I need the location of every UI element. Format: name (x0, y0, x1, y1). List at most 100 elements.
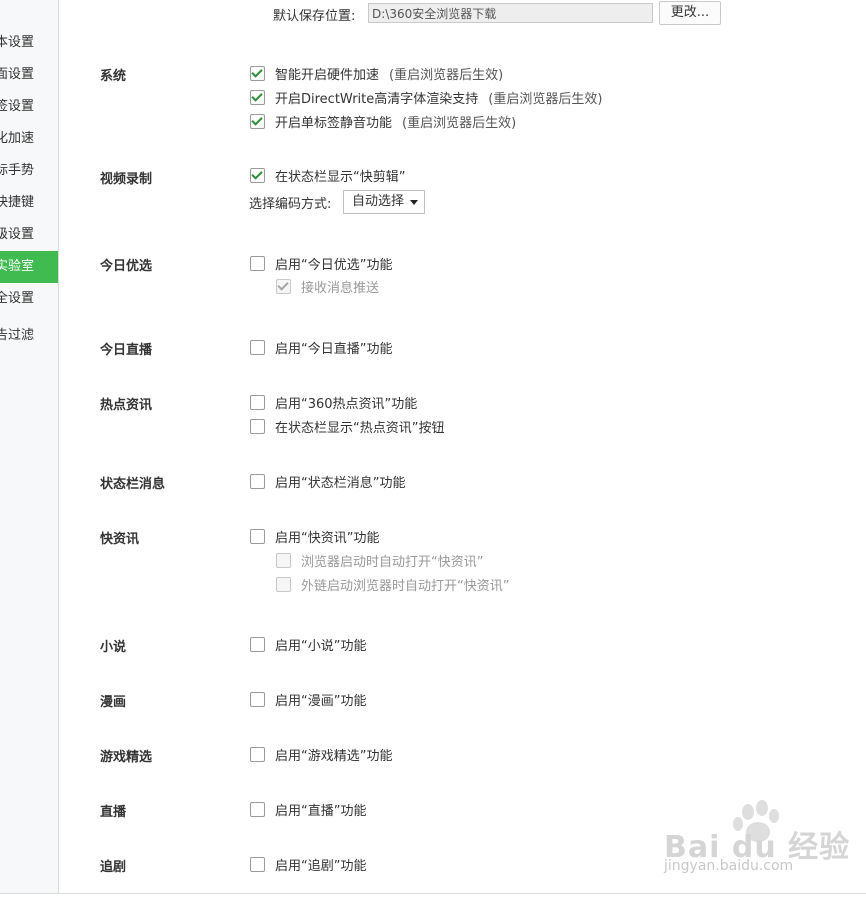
option-show-quick-edit[interactable]: 在状态栏显示“快剪辑” (250, 166, 406, 185)
section-title-novel: 小说 (100, 640, 127, 655)
checkbox-unchecked[interactable] (250, 746, 265, 762)
option-label: 在状态栏显示“快剪辑” (275, 169, 406, 185)
section-title-today-live: 今日直播 (100, 343, 153, 358)
checkbox-unchecked-disabled (276, 552, 291, 568)
section-title-drama: 追剧 (100, 860, 127, 875)
download-path-field: D:\360安全浏览器下载 (368, 3, 653, 23)
option-label: 智能开启硬件加速 (275, 67, 380, 83)
option-novel[interactable]: 启用“小说”功能 (250, 635, 367, 654)
section-title-hot-news: 热点资讯 (100, 398, 153, 413)
sidebar-item-label: 面设置 (0, 67, 34, 82)
sidebar-item-mouse-gesture[interactable]: 标手势 (0, 155, 58, 187)
option-label: 启用“小说”功能 (275, 638, 367, 654)
sidebar-item-interface[interactable]: 面设置 (0, 59, 58, 91)
option-quick-news[interactable]: 启用“快资讯”功能 (250, 527, 380, 546)
checkbox-checked[interactable] (250, 113, 265, 129)
sidebar-item-basic[interactable]: 本设置 (0, 27, 58, 59)
checkbox-unchecked[interactable] (250, 636, 265, 652)
sidebar-item-label: 化加速 (0, 131, 34, 146)
sidebar-item-ad-filter[interactable]: 告过滤 (0, 320, 58, 352)
checkbox-checked[interactable] (250, 89, 265, 105)
baidu-watermark-url: jingyan.baidu.com (664, 858, 794, 874)
dropdown-caret-icon (410, 200, 418, 205)
option-label: 浏览器启动时自动打开“快资讯” (301, 554, 484, 570)
option-today-live[interactable]: 启用“今日直播”功能 (250, 338, 393, 357)
sidebar-item-label: 快捷键 (0, 195, 34, 210)
option-label: 启用“追剧”功能 (275, 858, 367, 874)
checkbox-unchecked[interactable] (250, 339, 265, 355)
checkbox-unchecked[interactable] (250, 418, 265, 434)
checkbox-unchecked[interactable] (250, 255, 265, 271)
option-directwrite[interactable]: 开启DirectWrite高清字体渲染支持 (重启浏览器后生效) (250, 88, 603, 107)
option-drama[interactable]: 启用“追剧”功能 (250, 855, 367, 874)
option-hot-news-button[interactable]: 在状态栏显示“热点资讯”按钮 (250, 417, 445, 436)
option-note: (重启浏览器后生效) (389, 67, 504, 83)
checkbox-unchecked[interactable] (250, 473, 265, 489)
codec-label: 选择编码方式: (249, 197, 332, 212)
checkbox-unchecked-disabled (276, 576, 291, 592)
codec-selected-value: 自动选择 (352, 194, 405, 209)
option-hot-news[interactable]: 启用“360热点资讯”功能 (250, 393, 418, 412)
option-label: 启用“360热点资讯”功能 (275, 396, 418, 412)
option-label: 接收消息推送 (301, 280, 380, 296)
sidebar-item-shortcuts[interactable]: 快捷键 (0, 187, 58, 219)
option-label: 启用“今日直播”功能 (275, 341, 393, 357)
checkbox-unchecked[interactable] (250, 691, 265, 707)
sidebar-item-label: 本设置 (0, 35, 34, 50)
option-label: 启用“快资讯”功能 (275, 530, 380, 546)
sidebar-item-label: 标手势 (0, 163, 34, 178)
option-tab-mute[interactable]: 开启单标签静音功能 (重启浏览器后生效) (250, 112, 517, 131)
option-note: (重启浏览器后生效) (488, 91, 603, 107)
section-title-comic: 漫画 (100, 695, 127, 710)
option-live[interactable]: 启用“直播”功能 (250, 800, 367, 819)
sidebar-item-label: 告过滤 (0, 328, 34, 343)
sidebar-item-label: 级设置 (0, 227, 34, 242)
change-path-button[interactable]: 更改... (659, 1, 721, 25)
option-quick-news-external-link: 外链启动浏览器时自动打开“快资讯” (276, 575, 510, 594)
option-label: 开启单标签静音功能 (275, 115, 393, 131)
sidebar-item-label: 全设置 (0, 291, 34, 306)
option-status-msg[interactable]: 启用“状态栏消息”功能 (250, 472, 406, 491)
option-label: 启用“游戏精选”功能 (275, 748, 393, 764)
download-location-row: 默认保存位置: (273, 3, 355, 25)
checkbox-checked[interactable] (250, 65, 265, 81)
option-label: 启用“今日优选”功能 (275, 257, 393, 273)
bottom-divider (0, 893, 866, 894)
section-title-live: 直播 (100, 805, 127, 820)
checkbox-unchecked[interactable] (250, 801, 265, 817)
settings-sidebar: 本设置 面设置 签设置 化加速 标手势 快捷键 级设置 实验室 全设置 告过滤 (0, 0, 59, 893)
codec-select[interactable]: 自动选择 (343, 190, 425, 214)
option-hardware-accel[interactable]: 智能开启硬件加速 (重启浏览器后生效) (250, 64, 504, 83)
option-label: 启用“状态栏消息”功能 (275, 475, 406, 491)
option-label: 在状态栏显示“热点资讯”按钮 (275, 420, 445, 436)
section-title-system: 系统 (100, 69, 127, 84)
option-label: 启用“直播”功能 (275, 803, 367, 819)
sidebar-item-advanced[interactable]: 级设置 (0, 219, 58, 251)
sidebar-item-tabs[interactable]: 签设置 (0, 91, 58, 123)
checkbox-checked[interactable] (250, 167, 265, 183)
option-quick-news-on-start: 浏览器启动时自动打开“快资讯” (276, 551, 484, 570)
section-title-status-msg: 状态栏消息 (100, 477, 166, 492)
checkbox-unchecked[interactable] (250, 856, 265, 872)
checkbox-unchecked[interactable] (250, 394, 265, 410)
option-label: 开启DirectWrite高清字体渲染支持 (275, 91, 479, 107)
sidebar-item-optimize[interactable]: 化加速 (0, 123, 58, 155)
section-title-games: 游戏精选 (100, 750, 153, 765)
option-games[interactable]: 启用“游戏精选”功能 (250, 745, 393, 764)
sidebar-item-label: 实验室 (0, 259, 34, 274)
option-comic[interactable]: 启用“漫画”功能 (250, 690, 367, 709)
sidebar-item-security[interactable]: 全设置 (0, 283, 58, 315)
option-note: (重启浏览器后生效) (402, 115, 517, 131)
option-today-pick[interactable]: 启用“今日优选”功能 (250, 254, 393, 273)
checkbox-checked-disabled (276, 278, 291, 294)
sidebar-item-label: 签设置 (0, 99, 34, 114)
section-title-quick-news: 快资讯 (100, 532, 140, 547)
option-receive-push: 接收消息推送 (276, 277, 380, 296)
option-label: 启用“漫画”功能 (275, 693, 367, 709)
download-location-label: 默认保存位置: (273, 8, 356, 24)
option-label: 外链启动浏览器时自动打开“快资讯” (301, 578, 510, 594)
section-title-video: 视频录制 (100, 172, 153, 187)
checkbox-unchecked[interactable] (250, 528, 265, 544)
sidebar-item-lab[interactable]: 实验室 (0, 251, 58, 283)
section-title-today-pick: 今日优选 (100, 259, 153, 274)
